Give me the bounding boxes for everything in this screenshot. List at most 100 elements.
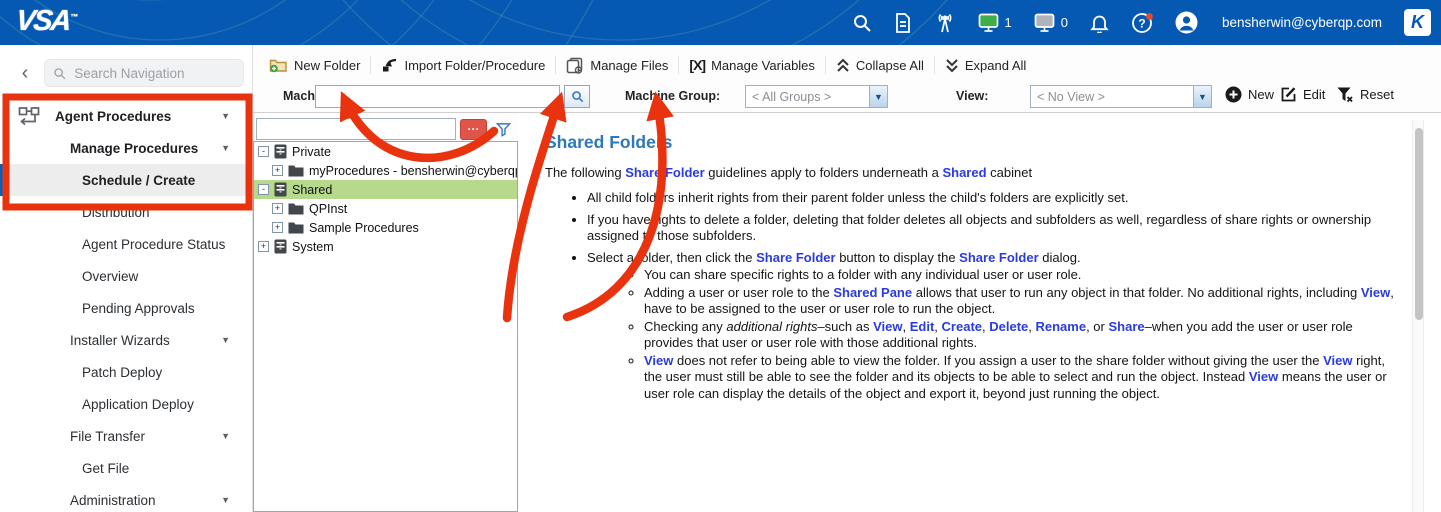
machine-group-dropdown[interactable]: < All Groups > ▼ xyxy=(745,85,888,108)
sidebar-item-administration[interactable]: Administration ▼ xyxy=(0,484,252,512)
sidebar-item-distribution[interactable]: Distribution xyxy=(0,196,252,228)
vsa-logo: VSA™ xyxy=(14,5,79,37)
text-run: View xyxy=(1248,369,1279,384)
view-reset-button[interactable]: Reset xyxy=(1336,86,1394,103)
sidebar-item-file-transfer[interactable]: File Transfer ▼ xyxy=(0,420,252,452)
guideline-item: If you have rights to delete a folder, d… xyxy=(587,212,1395,245)
sidebar-item-manage-procedures[interactable]: Manage Procedures ▼ xyxy=(0,132,252,164)
agents-online-indicator[interactable]: 1 xyxy=(978,13,1012,33)
folder-icon xyxy=(288,221,304,234)
chevron-down-icon: ▼ xyxy=(221,431,230,441)
agents-offline-indicator[interactable]: 0 xyxy=(1034,13,1068,33)
tree-node-private[interactable]: - Private xyxy=(254,142,517,161)
search-navigation-input[interactable] xyxy=(74,65,235,81)
text-run: Edit xyxy=(909,318,935,334)
expand-all-button[interactable]: Expand All xyxy=(935,52,1036,78)
sidebar-item-label: Patch Deploy xyxy=(82,364,163,380)
guideline-item: All child folders inherit rights from th… xyxy=(587,190,1395,207)
collapse-all-button[interactable]: Collapse All xyxy=(826,52,934,78)
user-avatar[interactable] xyxy=(1175,11,1198,34)
sidebar-item-application-deploy[interactable]: Application Deploy xyxy=(0,388,252,420)
view-new-button[interactable]: New xyxy=(1225,86,1274,103)
sidebar-item-get-file[interactable]: Get File xyxy=(0,452,252,484)
scrollbar-thumb[interactable] xyxy=(1415,128,1423,320)
collapse-sidebar-button[interactable]: ‹ xyxy=(12,60,38,86)
button-label: Edit xyxy=(1303,87,1326,102)
button-label: Manage Variables xyxy=(711,57,815,73)
search-icon[interactable] xyxy=(852,13,872,33)
sidebar-item-patch-deploy[interactable]: Patch Deploy xyxy=(0,356,252,388)
tree-node-sample-procedures[interactable]: + Sample Procedures xyxy=(254,218,517,237)
text-run: The following xyxy=(545,165,626,180)
machine-id-input[interactable] xyxy=(315,85,560,108)
tree-filter-input[interactable] xyxy=(256,118,456,140)
broadcast-tower-icon[interactable] xyxy=(934,13,956,33)
text-run: Share Folder xyxy=(625,165,705,180)
filter-funnel-button[interactable] xyxy=(491,118,515,140)
tree-expander[interactable]: - xyxy=(258,184,269,195)
kaseya-logo[interactable]: K xyxy=(1404,9,1431,36)
sidebar-item-overview[interactable]: Overview xyxy=(0,260,252,292)
tree-expander[interactable]: + xyxy=(272,165,283,176)
more-options-button[interactable]: ··· xyxy=(460,118,487,140)
vsa-app-window: VSA™ 1 0 ? bensherwin@cyberqp.com K ‹ Se… xyxy=(0,0,1441,512)
scrollbar-track[interactable] xyxy=(1412,120,1424,512)
user-email[interactable]: bensherwin@cyberqp.com xyxy=(1222,15,1382,30)
tree-expander[interactable]: - xyxy=(258,146,269,157)
tree-node-myprocedures-bensherwin-cyberqp-com[interactable]: + myProcedures - bensherwin@cyberqp.com xyxy=(254,161,517,180)
folder-icon xyxy=(288,164,304,177)
tree-expander[interactable]: + xyxy=(272,203,283,214)
sidebar-item-schedule-create[interactable]: Schedule / Create xyxy=(0,164,252,196)
text-run: button to display the xyxy=(835,249,960,265)
document-icon[interactable] xyxy=(894,12,912,33)
tree-expander[interactable]: + xyxy=(258,241,269,252)
machine-search-button[interactable] xyxy=(564,85,590,108)
machine-group-label: Machine Group: xyxy=(625,89,721,103)
machine-group-value: < All Groups > xyxy=(752,89,832,104)
text-run: Adding a user or user role to the xyxy=(644,284,834,300)
button-label: Manage Files xyxy=(590,57,669,73)
sidebar-item-installer-wizards[interactable]: Installer Wizards ▼ xyxy=(0,324,252,356)
notifications-bell-icon[interactable] xyxy=(1090,13,1109,33)
sidebar-item-label: Overview xyxy=(82,268,139,284)
new-folder-button[interactable]: New Folder xyxy=(259,52,370,78)
view-label: View: xyxy=(956,89,989,103)
navigation-search[interactable] xyxy=(44,59,244,87)
page-title: Shared Folders xyxy=(545,132,673,152)
manage-variables-button[interactable]: [X] Manage Variables xyxy=(679,52,825,78)
view-edit-button[interactable]: Edit xyxy=(1280,86,1325,103)
manage-files-icon xyxy=(567,57,583,74)
folder-icon xyxy=(288,202,304,215)
cabinet-icon xyxy=(274,144,287,159)
button-label: Expand All xyxy=(964,57,1027,73)
sidebar-item-agent-procedure-status[interactable]: Agent Procedure Status xyxy=(0,228,252,260)
text-run: , xyxy=(902,318,910,334)
tree-node-label: Sample Procedures xyxy=(309,220,419,235)
help-icon[interactable]: ? xyxy=(1131,12,1153,34)
text-run: –such as xyxy=(817,318,874,334)
text-run: All child folders inherit rights from th… xyxy=(587,190,1129,205)
tree-node-shared[interactable]: - Shared xyxy=(254,180,517,199)
filter-reset-icon xyxy=(1337,87,1353,103)
button-label: Collapse All xyxy=(855,57,924,73)
search-icon xyxy=(571,91,583,103)
text-run: , xyxy=(1028,318,1036,334)
intro-paragraph: The following Share Folder guidelines ap… xyxy=(545,164,1395,181)
tree-node-qpinst[interactable]: + QPInst xyxy=(254,199,517,218)
import-folder-procedure-button[interactable]: Import Folder/Procedure xyxy=(371,52,555,78)
tree-node-system[interactable]: + System xyxy=(254,237,517,256)
sidebar-item-label: Agent Procedures xyxy=(55,108,172,124)
sidebar-item-pending-approvals[interactable]: Pending Approvals xyxy=(0,292,252,324)
sidebar-item-agent-procedures[interactable]: Agent Procedures ▼ xyxy=(0,100,252,132)
guideline-item: Checking any additional rights–such as V… xyxy=(644,319,1395,352)
view-dropdown[interactable]: < No View > ▼ xyxy=(1030,85,1212,108)
text-run: Select a folder, then click the xyxy=(587,249,757,265)
sidebar-item-label: File Transfer xyxy=(70,428,146,444)
text-run: Share xyxy=(1108,318,1145,334)
tree-expander[interactable]: + xyxy=(272,222,283,233)
manage-files-button[interactable]: Manage Files xyxy=(556,52,678,78)
view-value: < No View > xyxy=(1037,89,1105,104)
procedures-toolbar: New Folder Import Folder/Procedure Manag… xyxy=(253,45,1441,113)
text-run: allows that user to run any object in th… xyxy=(912,284,1361,300)
plus-circle-icon xyxy=(1225,86,1242,103)
